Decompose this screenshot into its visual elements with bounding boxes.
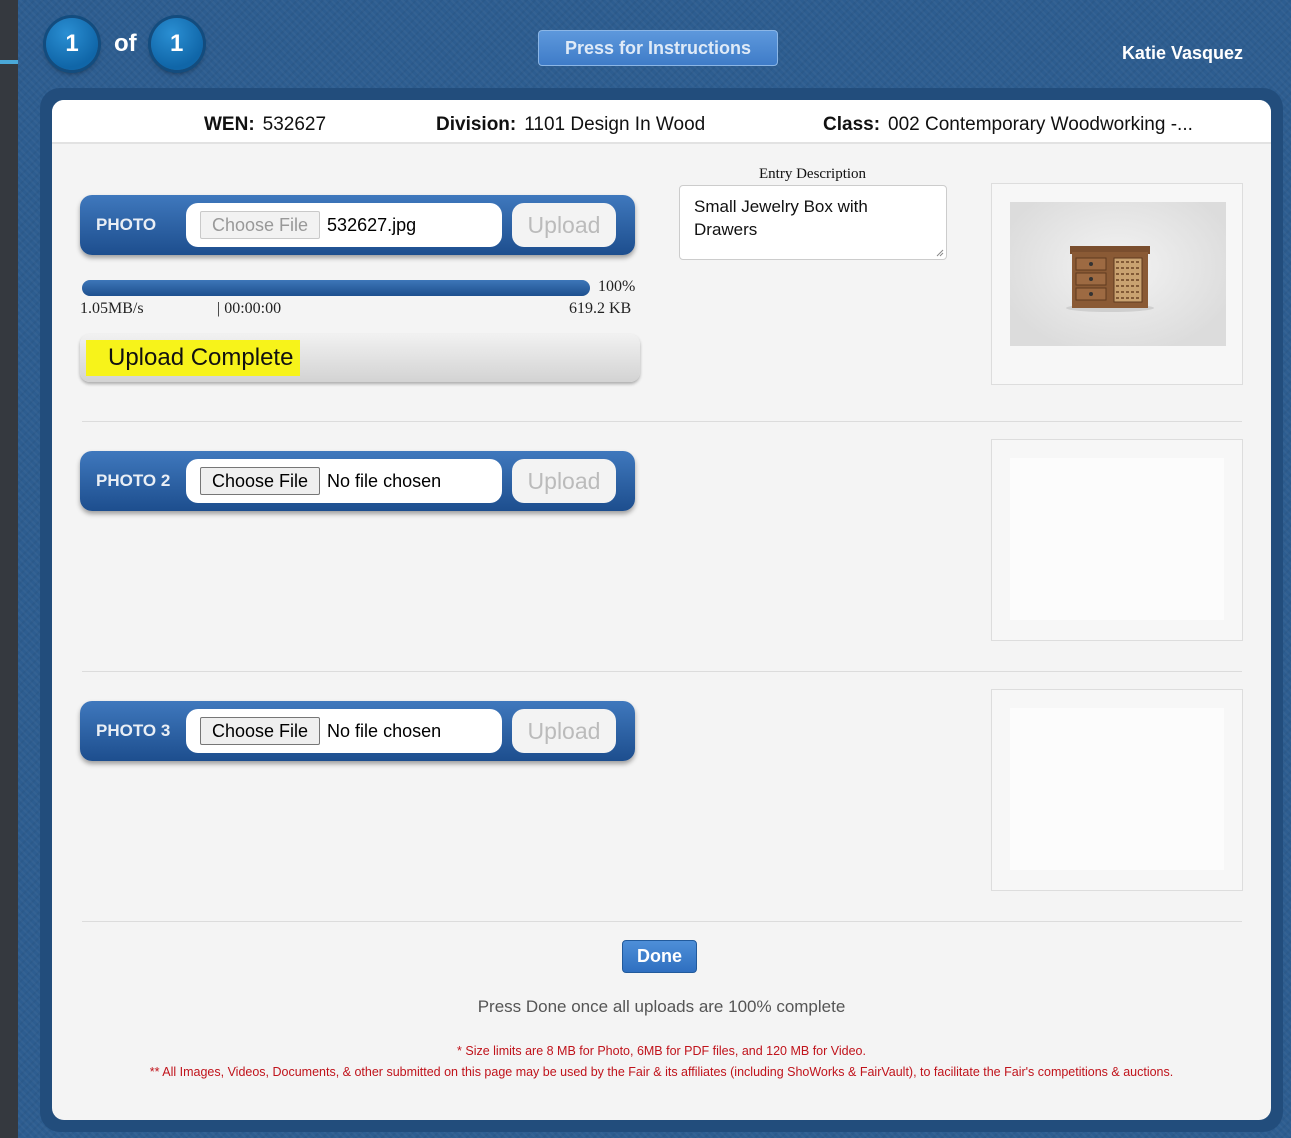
section-divider [82,671,1242,672]
photo2-preview [991,439,1243,641]
instructions-button[interactable]: Press for Instructions [538,30,778,66]
upload-time: | 00:00:00 [217,300,282,317]
jewelry-box-image-icon [1066,246,1154,312]
photo-preview [991,183,1243,385]
photo3-upload-bar: PHOTO 3 Choose File No file chosen Uploa… [80,701,635,761]
photo-choose-file-button[interactable]: Choose File [200,211,321,239]
photo3-upload-button[interactable]: Upload [512,709,616,753]
wen-value: 532627 [262,114,327,135]
class-label: Class: [823,114,881,135]
upload-progress-fill [82,280,590,296]
done-button[interactable]: Done [622,940,697,973]
upload-status-text: Upload Complete [86,340,301,376]
photo3-file-input[interactable]: Choose File No file chosen [186,709,502,753]
total-entries-badge: 1 [150,18,203,70]
photo3-preview-placeholder [1010,708,1224,870]
photo2-file-input[interactable]: Choose File No file chosen [186,459,502,503]
division-label: Division: [436,114,517,135]
division-value: 1101 Design In Wood [524,114,706,135]
photo3-file-name: No file chosen [327,720,442,741]
photo3-label: PHOTO 3 [96,721,171,740]
resize-grip-icon[interactable] [934,247,944,257]
section-divider [82,421,1242,422]
wen-info: WEN: 532627 [204,114,326,136]
photo-upload-bar: PHOTO Choose File 532627.jpg Upload [80,195,635,255]
current-entry-badge: 1 [46,18,98,70]
division-info: Division: 1101 Design In Wood [436,114,705,136]
entry-counter-of: of [114,30,137,57]
class-info: Class: 002 Contemporary Woodworking -... [823,114,1193,136]
class-value: 002 Contemporary Woodworking -... [888,114,1193,135]
app-frame: 1 of 1 Press for Instructions Katie Vasq… [18,0,1291,1138]
entry-description-text: Small Jewelry Box with Drawers [694,197,868,239]
photo2-file-name: No file chosen [327,470,442,491]
user-name: Katie Vasquez [1121,43,1243,63]
usage-rights-note: ** All Images, Videos, Documents, & othe… [149,1065,1174,1079]
jewelry-box-photo [1010,202,1226,346]
photo-file-name: 532627.jpg [327,214,417,235]
upload-speed: 1.05MB/s [80,300,144,317]
photo-label: PHOTO [96,215,157,234]
wen-label: WEN: [204,114,255,135]
progress-percent: 100% [598,278,636,295]
photo2-upload-bar: PHOTO 2 Choose File No file chosen Uploa… [80,451,635,511]
photo2-preview-placeholder [1010,458,1224,620]
page-background [0,0,18,1138]
photo3-preview [991,689,1243,891]
photo2-label: PHOTO 2 [96,471,171,490]
photo-file-input[interactable]: Choose File 532627.jpg [186,203,502,247]
upload-progress-bar [82,280,590,296]
entry-description-textarea[interactable]: Small Jewelry Box with Drawers [679,185,947,260]
upload-status-box: Upload Complete [80,334,640,382]
photo2-choose-file-button[interactable]: Choose File [200,467,321,495]
upload-size: 619.2 KB [569,300,632,317]
section-divider [82,921,1242,922]
photo2-upload-button[interactable]: Upload [512,459,616,503]
size-limit-note: * Size limits are 8 MB for Photo, 6MB fo… [457,1044,866,1058]
entry-counter: 1 of 1 [46,18,203,70]
photo3-choose-file-button[interactable]: Choose File [200,717,321,745]
done-instruction-text: Press Done once all uploads are 100% com… [477,997,846,1016]
entry-info-bar: WEN: 532627 Division: 1101 Design In Wood … [52,100,1271,144]
photo-upload-button[interactable]: Upload [512,203,616,247]
upload-panel: WEN: 532627 Division: 1101 Design In Wood … [52,100,1271,1120]
entry-description-label: Entry Description [759,166,867,182]
